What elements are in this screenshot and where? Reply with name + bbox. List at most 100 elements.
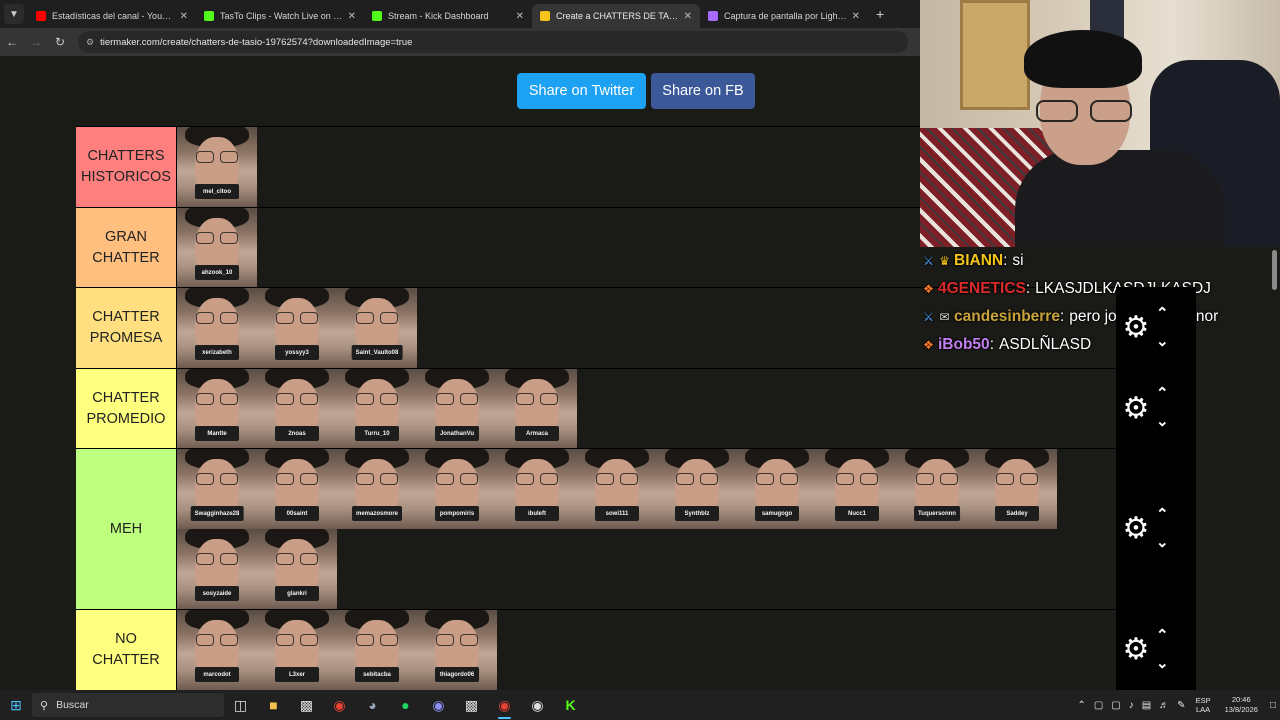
close-icon[interactable]: ✕ — [852, 11, 860, 22]
discord-icon[interactable]: ◉ — [422, 690, 455, 720]
file-explorer-icon[interactable]: ■ — [257, 690, 290, 720]
tray-app-icon[interactable]: ▢ — [1094, 700, 1103, 711]
spotify-icon[interactable]: ● — [389, 690, 422, 720]
app-icon-2[interactable]: ▩ — [455, 690, 488, 720]
network-icon[interactable]: ▤ — [1142, 700, 1151, 711]
forward-icon[interactable]: → — [24, 35, 48, 49]
close-icon[interactable]: ✕ — [684, 11, 692, 22]
gear-icon[interactable]: ⚙ — [1116, 391, 1156, 426]
tier-item[interactable]: Swagginhaze28 — [177, 449, 257, 529]
chevron-down-icon[interactable]: ⌄ — [1156, 650, 1169, 678]
tier-label[interactable]: MEH — [76, 449, 177, 609]
chevron-down-icon[interactable]: ▼ — [4, 4, 24, 24]
chevron-down-icon[interactable]: ⌄ — [1156, 529, 1169, 557]
streamer-hair — [1024, 30, 1142, 88]
tray-app-icon-2[interactable]: ▢ — [1111, 700, 1120, 711]
close-icon[interactable]: ✕ — [516, 11, 524, 22]
chat-username[interactable]: 4GENETICS — [938, 280, 1026, 298]
chat-username[interactable]: iBob50 — [938, 336, 990, 354]
tier-item-name: ahzook_10 — [195, 265, 239, 280]
tier-label[interactable]: CHATTER PROMESA — [76, 288, 177, 368]
crown-icon: ♛ — [939, 254, 950, 268]
microphone-icon[interactable]: ♪ — [1129, 700, 1134, 711]
close-icon[interactable]: ✕ — [348, 11, 356, 22]
browser-tab[interactable]: TasTo Clips - Watch Live on Kick ✕ — [196, 4, 364, 28]
tier-label[interactable]: NO CHATTER — [76, 610, 177, 690]
tier-item[interactable]: L3xer — [257, 610, 337, 690]
notifications-icon[interactable]: □ — [1270, 700, 1276, 711]
browser-tab[interactable]: Estadísticas del canal - YouTube ✕ — [28, 4, 196, 28]
door — [960, 0, 1030, 110]
new-tab-button[interactable]: + — [876, 6, 884, 22]
url-field[interactable]: ⚙ tiermaker.com/create/chatters-de-tasio… — [78, 31, 908, 53]
share-fb-button[interactable]: Share on FB — [651, 73, 755, 109]
steam-icon[interactable]: ◕ — [356, 690, 389, 720]
tier-item[interactable]: Tuquersonnn — [897, 449, 977, 529]
browser-tab[interactable]: Create a CHATTERS DE TASIO Tier List ✕ — [532, 4, 700, 28]
tier-item[interactable]: Nucc1 — [817, 449, 897, 529]
tier-label[interactable]: CHATTERS HISTORICOS — [76, 127, 177, 207]
tier-label[interactable]: CHATTER PROMEDIO — [76, 369, 177, 448]
chrome-icon[interactable]: ◉ — [323, 690, 356, 720]
chevron-up-icon[interactable]: ⌃ — [1156, 622, 1169, 650]
browser-tab[interactable]: Captura de pantalla por Lightshot ✕ — [700, 4, 868, 28]
taskbar-search[interactable]: ⚲ Buscar — [32, 693, 224, 717]
clock[interactable]: 20:46 13/8/2026 — [1225, 695, 1258, 715]
tier-item[interactable]: ibuleft — [497, 449, 577, 529]
tier-item[interactable]: xerizabeth — [177, 288, 257, 368]
gear-icon[interactable]: ⚙ — [1116, 310, 1156, 345]
tier-item[interactable]: sebitacba — [337, 610, 417, 690]
chat-username[interactable]: BIANN — [954, 252, 1003, 270]
gift-icon: ❖ — [923, 282, 934, 296]
tier-item[interactable]: mel_citoo — [177, 127, 257, 207]
tier-item[interactable]: JonathanVu — [417, 369, 497, 449]
reload-icon[interactable]: ↻ — [48, 35, 72, 49]
chevron-down-icon[interactable]: ⌄ — [1156, 408, 1169, 436]
volume-icon[interactable]: ♬ — [1159, 700, 1169, 711]
back-icon[interactable]: ← — [0, 35, 24, 49]
windows-start-icon[interactable]: ⊞ — [0, 690, 32, 720]
chevron-down-icon[interactable]: ⌄ — [1156, 328, 1169, 356]
tier-item-name: thiagordo06 — [435, 667, 479, 682]
site-info-icon[interactable]: ⚙ — [86, 37, 94, 48]
tier-item[interactable]: pompomiris — [417, 449, 497, 529]
tier-item[interactable]: ahzook_10 — [177, 208, 257, 288]
language-indicator[interactable]: ESP LAA — [1196, 696, 1211, 714]
tier-item[interactable]: marcodot — [177, 610, 257, 690]
pen-icon[interactable]: ✎ — [1177, 700, 1185, 711]
tier-item[interactable]: Mantte — [177, 369, 257, 449]
page-scrollbar[interactable] — [1270, 247, 1280, 690]
close-icon[interactable]: ✕ — [180, 11, 188, 22]
gear-icon[interactable]: ⚙ — [1116, 511, 1156, 546]
tier-item[interactable]: glankri — [257, 529, 337, 609]
chrome-active-icon[interactable]: ◉ — [488, 690, 521, 720]
share-twitter-button[interactable]: Share on Twitter — [517, 73, 646, 109]
tier-label[interactable]: GRAN CHATTER — [76, 208, 177, 287]
tier-item[interactable]: 00saint — [257, 449, 337, 529]
tier-item[interactable]: memazosmore — [337, 449, 417, 529]
chevron-up-icon[interactable]: ⌃ — [1156, 501, 1169, 529]
app-icon[interactable]: ▩ — [290, 690, 323, 720]
gear-icon[interactable]: ⚙ — [1116, 632, 1156, 667]
tier-item[interactable]: Turru_10 — [337, 369, 417, 449]
tab-favicon-icon — [36, 11, 46, 21]
tier-item[interactable]: samugogo — [737, 449, 817, 529]
kick-icon[interactable]: K — [554, 690, 587, 720]
tier-item[interactable]: thiagordo06 — [417, 610, 497, 690]
chevron-up-icon[interactable]: ⌃ — [1156, 380, 1169, 408]
obs-icon[interactable]: ◉ — [521, 690, 554, 720]
tier-item[interactable]: 2noas — [257, 369, 337, 449]
scrollbar-thumb[interactable] — [1272, 250, 1277, 290]
tier-item[interactable]: Saddey — [977, 449, 1057, 529]
tier-item[interactable]: Synthblz — [657, 449, 737, 529]
tier-item[interactable]: Armaca — [497, 369, 577, 449]
tier-item[interactable]: sowi111 — [577, 449, 657, 529]
chevron-up-icon[interactable]: ⌃ — [1077, 700, 1085, 711]
tier-item[interactable]: Saint_Vaulto08 — [337, 288, 417, 368]
chat-username[interactable]: candesinberre — [954, 308, 1060, 326]
chevron-up-icon[interactable]: ⌃ — [1156, 300, 1169, 328]
tier-item[interactable]: yossyy3 — [257, 288, 337, 368]
browser-tab[interactable]: Stream - Kick Dashboard ✕ — [364, 4, 532, 28]
task-view-icon[interactable]: ◫ — [224, 690, 257, 720]
tier-item[interactable]: sosyzaide — [177, 529, 257, 609]
